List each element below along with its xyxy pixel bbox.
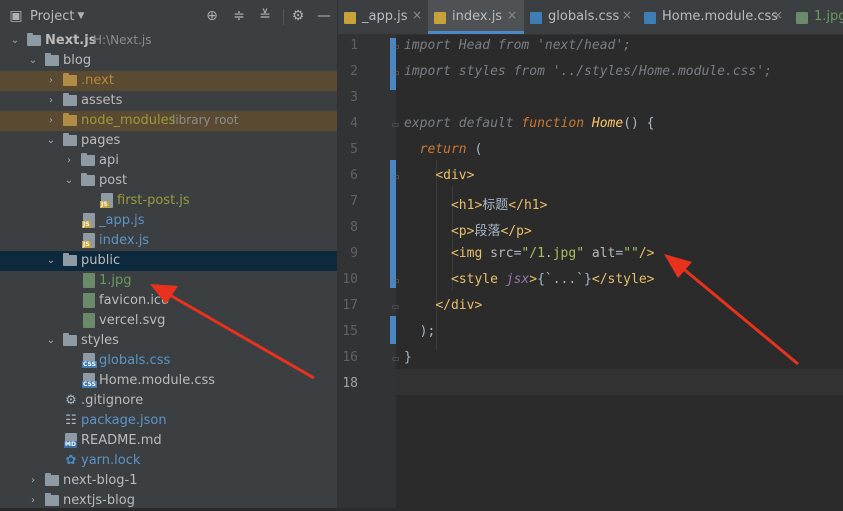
arrow-to-1jpg-file (150, 284, 315, 380)
annotation-arrows (150, 254, 799, 380)
arrow-to-img-src (664, 254, 799, 366)
